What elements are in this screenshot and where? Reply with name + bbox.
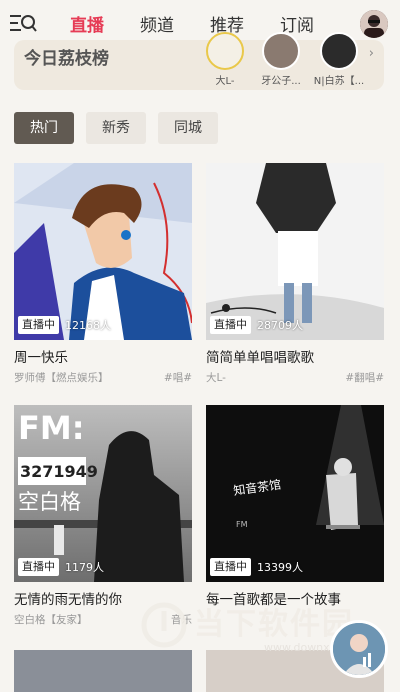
live-label: 直播中 (18, 558, 59, 576)
card-title: 每一首歌都是一个故事 (206, 592, 341, 608)
viewer-count: 13399人 (257, 561, 303, 574)
card-meta: 大L- #翻唱# (206, 370, 384, 385)
card-title: 周一快乐 (14, 350, 68, 366)
live-thumbnail: 直播中 12168人 (14, 163, 192, 340)
menu-search-icon[interactable] (10, 12, 38, 34)
category-tag: #翻唱# (345, 372, 384, 384)
live-thumbnail: FM: 3271949 空白格 直播中 1179人 (14, 405, 192, 582)
host-name: 罗师傅【燃点娱乐】 (14, 372, 109, 384)
live-thumbnail[interactable] (14, 650, 192, 692)
svg-text:FM: FM (236, 520, 248, 529)
live-card[interactable]: FM 知音茶馆 直播中 13399人 每一首歌都是一个故事 (206, 405, 384, 608)
viewer-count: 12168人 (65, 319, 111, 332)
ranking-title: 今日荔枝榜 (24, 49, 109, 69)
card-title: 简简单单唱唱歌歌 (206, 350, 314, 366)
live-badge: 直播中 13399人 (210, 558, 303, 576)
live-label: 直播中 (210, 316, 251, 334)
poster-name: 空白格 (18, 490, 81, 514)
viewer-count: 28709人 (257, 319, 303, 332)
live-thumbnail: FM 知音茶馆 直播中 13399人 (206, 405, 384, 582)
filter-chips: 热门 新秀 同城 (14, 112, 230, 144)
tab-channel[interactable]: 频道 (140, 11, 174, 36)
tab-live[interactable]: 直播 (70, 11, 104, 36)
viewer-count: 1179人 (65, 561, 104, 574)
poster-number: 3271949 (20, 462, 98, 481)
chip-new[interactable]: 新秀 (86, 112, 146, 144)
chevron-right-icon[interactable]: › (369, 46, 374, 61)
live-badge: 直播中 12168人 (18, 316, 111, 334)
rank-user[interactable]: N|白苏【... (304, 32, 374, 90)
live-label: 直播中 (18, 316, 59, 334)
category-tag: 音乐 (171, 614, 192, 626)
chip-local[interactable]: 同城 (158, 112, 218, 144)
category-tag: #唱# (163, 372, 192, 384)
avatar (262, 32, 300, 70)
live-card[interactable]: 直播中 28709人 简简单单唱唱歌歌 大L- #翻唱# (206, 163, 384, 385)
live-badge: 直播中 1179人 (18, 558, 104, 576)
avatar (206, 32, 244, 70)
card-title: 无情的雨无情的你 (14, 592, 122, 608)
floating-player-avatar[interactable] (330, 620, 388, 678)
live-card[interactable]: 直播中 12168人 周一快乐 罗师傅【燃点娱乐】 #唱# (14, 163, 192, 385)
live-label: 直播中 (210, 558, 251, 576)
host-name: 大L- (206, 372, 226, 384)
card-meta: 罗师傅【燃点娱乐】 #唱# (14, 370, 192, 385)
host-name: 空白格【友家】 (14, 614, 88, 626)
user-avatar[interactable] (360, 10, 388, 38)
avatar (320, 32, 358, 70)
live-thumbnail: 直播中 28709人 (206, 163, 384, 340)
live-badge: 直播中 28709人 (210, 316, 303, 334)
chip-hot[interactable]: 热门 (14, 112, 74, 144)
card-meta: 空白格【友家】 音乐 (14, 612, 192, 627)
poster-fm: FM: (18, 409, 85, 447)
live-card[interactable]: FM: 3271949 空白格 直播中 1179人 无情的雨无情的你 空白格【友… (14, 405, 192, 627)
rank-user-name: N|白苏【... (313, 76, 365, 87)
ranking-banner[interactable]: 今日荔枝榜 大L- 牙公子... N|白苏【... › (14, 32, 384, 90)
